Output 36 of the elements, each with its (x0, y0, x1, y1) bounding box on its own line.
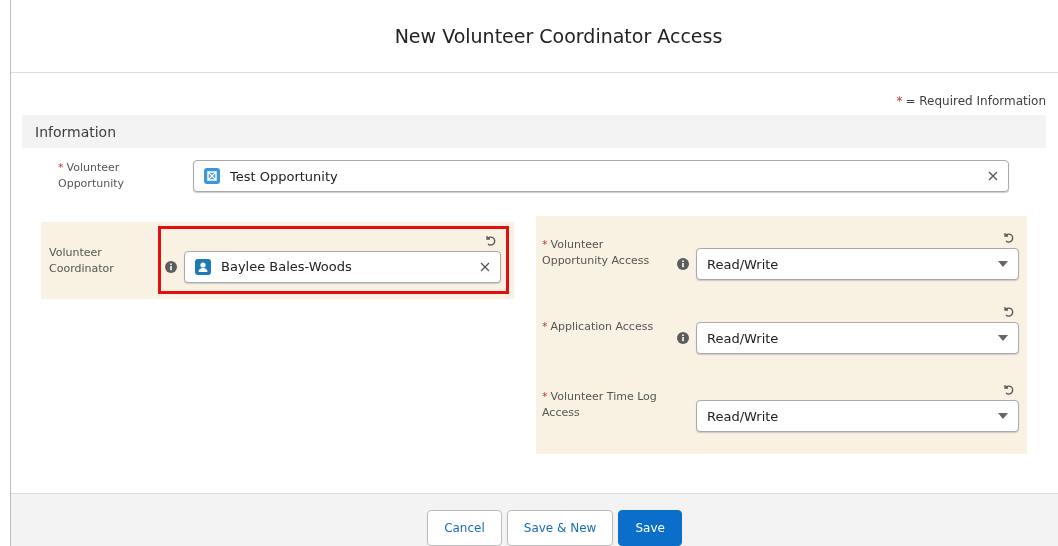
undo-icon[interactable] (1002, 305, 1014, 317)
section-title: Information (35, 123, 117, 140)
lookup-field[interactable]: Test Opportunity (193, 160, 1009, 192)
caret-down-icon (998, 335, 1008, 341)
field-label: * Application Access (542, 319, 655, 335)
selected-record: Test Opportunity (230, 168, 339, 184)
required-legend: = Required Information (905, 94, 1046, 108)
field-label: * Volunteer Time Log Access (542, 389, 658, 421)
field-label: Volunteer Coordinator (49, 244, 115, 277)
clear-icon[interactable] (988, 171, 998, 181)
contact-icon (195, 258, 211, 275)
dropdown-value: Read/Write (707, 408, 780, 424)
undo-icon[interactable] (1002, 383, 1014, 395)
dropdown-value: Read/Write (707, 256, 780, 272)
info-icon[interactable] (677, 258, 689, 270)
footer-button[interactable]: Save & New (506, 510, 614, 546)
save-button[interactable]: Save (618, 510, 682, 546)
caret-down-icon (998, 413, 1008, 419)
footer-button[interactable]: Cancel (427, 510, 502, 546)
clear-icon[interactable] (480, 261, 490, 272)
dropdown-value: Read/Write (707, 330, 780, 346)
dropdown-field[interactable]: Read/Write (696, 322, 1019, 354)
lookup-field[interactable]: Baylee Bales-Woods (184, 250, 501, 283)
modal-title: New Volunteer Coordinator Access (393, 25, 723, 47)
caret-down-icon (998, 261, 1008, 267)
field-label: * Volunteer Opportunity Access (542, 237, 651, 269)
undo-icon[interactable] (484, 233, 496, 246)
info-icon[interactable] (165, 260, 177, 273)
info-icon[interactable] (677, 332, 689, 344)
selected-record: Baylee Bales-Woods (221, 259, 353, 274)
dropdown-field[interactable]: Read/Write (696, 400, 1019, 432)
field-label: * Volunteer Opportunity (57, 160, 125, 192)
opportunity-icon (204, 168, 220, 184)
required-mark: * (896, 94, 903, 108)
undo-icon[interactable] (1002, 231, 1014, 243)
dropdown-field[interactable]: Read/Write (696, 248, 1019, 280)
